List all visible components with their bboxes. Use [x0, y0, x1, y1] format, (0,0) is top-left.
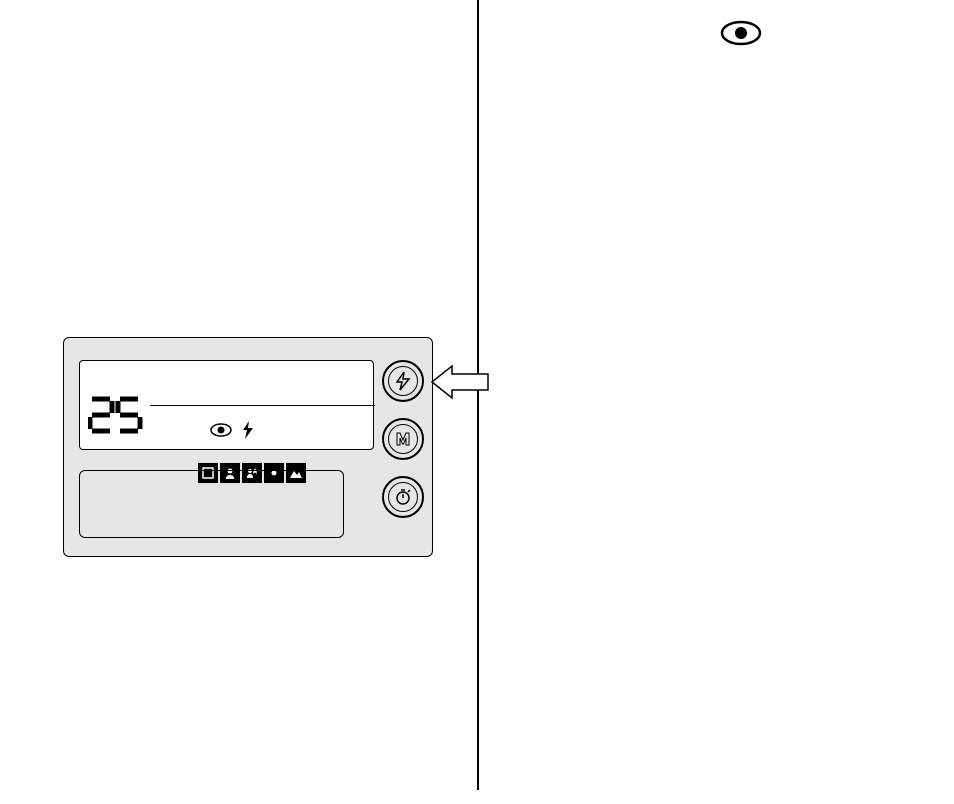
pointer-arrow: [430, 364, 490, 405]
m-icon: [395, 432, 411, 446]
lcd-display: [79, 360, 374, 450]
mode-button[interactable]: [382, 418, 424, 460]
camera-control-panel: [63, 337, 433, 557]
flash-bolt-icon: [395, 371, 411, 391]
timer-button[interactable]: [382, 476, 424, 518]
lcd-status-icons: [210, 421, 254, 444]
lcd-divider-line: [150, 405, 375, 406]
frame-counter: [88, 395, 146, 441]
timer-icon: [394, 488, 412, 506]
eye-icon: [210, 423, 232, 442]
lower-panel: [79, 470, 344, 538]
eye-icon-top: [720, 20, 762, 51]
bolt-icon: [242, 421, 254, 444]
flash-button[interactable]: [382, 360, 424, 402]
